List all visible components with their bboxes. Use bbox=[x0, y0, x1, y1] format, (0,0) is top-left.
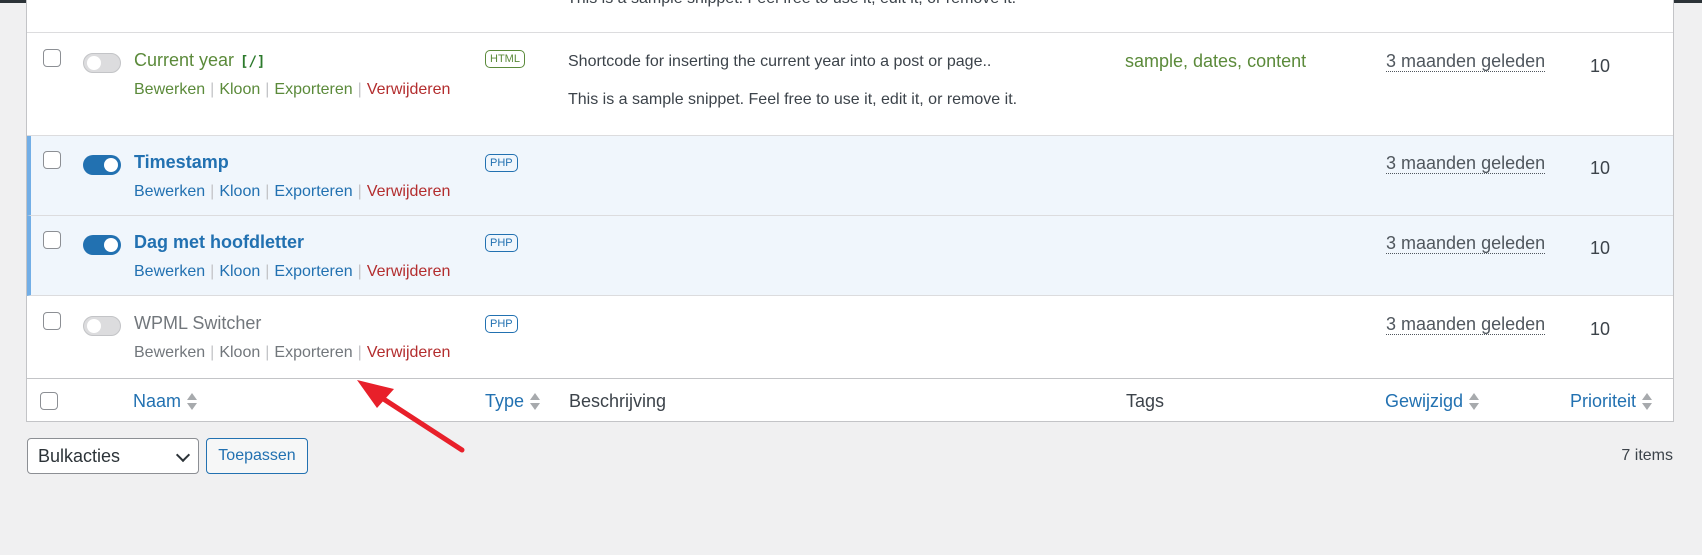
annotation-arrow-icon bbox=[357, 380, 465, 453]
